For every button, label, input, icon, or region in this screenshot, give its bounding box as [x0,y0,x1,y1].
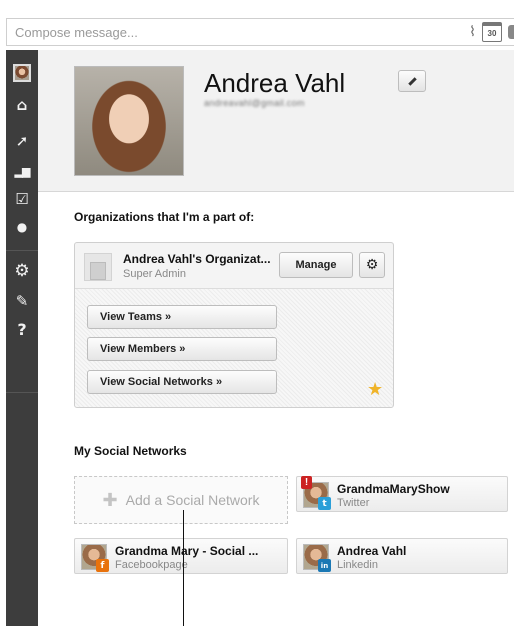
home-icon[interactable]: ⌂ [6,94,38,116]
twitter-icon: t [318,497,331,510]
sidebar-divider [6,392,38,393]
sidebar: ⌂ ➚ ▂▆ ☑ ● ⚙ ✎ ? [6,50,40,626]
pencil-icon [407,76,417,86]
compose-message-bar[interactable]: Compose message... ⌇ 30 [6,18,514,46]
avatar [13,64,31,82]
organization-card: Andrea Vahl's Organizat... Super Admin M… [74,242,394,408]
sidebar-divider [6,250,38,251]
profile-photo [74,66,184,176]
paper-plane-icon[interactable]: ➚ [6,130,38,152]
gear-icon[interactable]: ⚙ [359,252,385,278]
organization-name: Andrea Vahl's Organizat... [123,252,271,266]
paperclip-icon[interactable]: ⌇ [469,24,476,40]
compose-tools: ⌇ 30 [469,22,514,42]
organization-role: Super Admin [123,268,186,280]
social-network-card-facebook[interactable]: f Grandma Mary - Social ... Facebookpage [74,538,288,574]
avatar: ! t [301,476,331,510]
plus-icon: ✚ [102,489,118,511]
organization-header: Andrea Vahl's Organizat... Super Admin M… [75,243,393,289]
gear-icon[interactable]: ⚙ [6,260,38,282]
manage-button[interactable]: Manage [279,252,353,278]
bar-chart-icon[interactable]: ▂▆ [6,160,38,182]
star-icon[interactable]: ★ [367,379,383,400]
alert-icon: ! [301,476,312,489]
view-members-button[interactable]: View Members » [87,337,277,361]
sidebar-item-profile[interactable] [6,60,40,88]
profile-email: andreavahl@gmail.com [204,98,305,108]
social-network-type: Facebookpage [115,559,188,571]
linkedin-icon: in [318,559,331,572]
view-social-networks-button[interactable]: View Social Networks » [87,370,277,394]
social-networks-title: My Social Networks [74,444,187,458]
social-network-name: Grandma Mary - Social ... [115,544,259,558]
avatar: f [81,544,109,572]
social-network-name: Andrea Vahl [337,544,407,558]
social-network-type: Twitter [337,497,370,509]
calendar-icon[interactable]: 30 [482,22,502,42]
avatar: in [303,544,331,572]
building-icon [84,253,112,281]
social-network-card-twitter[interactable]: ! t GrandmaMaryShow Twitter [296,476,508,512]
social-network-name: GrandmaMaryShow [337,482,450,496]
social-network-type: Linkedin [337,559,378,571]
organizations-title: Organizations that I'm a part of: [74,210,255,224]
checkbox-icon[interactable]: ☑ [6,188,38,210]
facebook-page-icon: f [96,559,109,572]
view-teams-button[interactable]: View Teams » [87,305,277,329]
edit-profile-button[interactable] [398,70,426,92]
wrench-icon[interactable]: ✎ [6,290,38,312]
compose-message-input[interactable]: Compose message... [15,25,138,40]
social-network-card-linkedin[interactable]: in Andrea Vahl Linkedin [296,538,508,574]
pin-icon[interactable] [508,25,514,39]
profile-name: Andrea Vahl [204,68,346,98]
add-social-network-button[interactable]: ✚ Add a Social Network [74,476,288,524]
profile-header: Andrea Vahl andreavahl@gmail.com [38,50,514,192]
person-icon[interactable]: ● [6,216,38,238]
question-icon[interactable]: ? [6,318,38,340]
text-cursor [183,510,184,626]
add-social-network-label: Add a Social Network [125,492,260,508]
